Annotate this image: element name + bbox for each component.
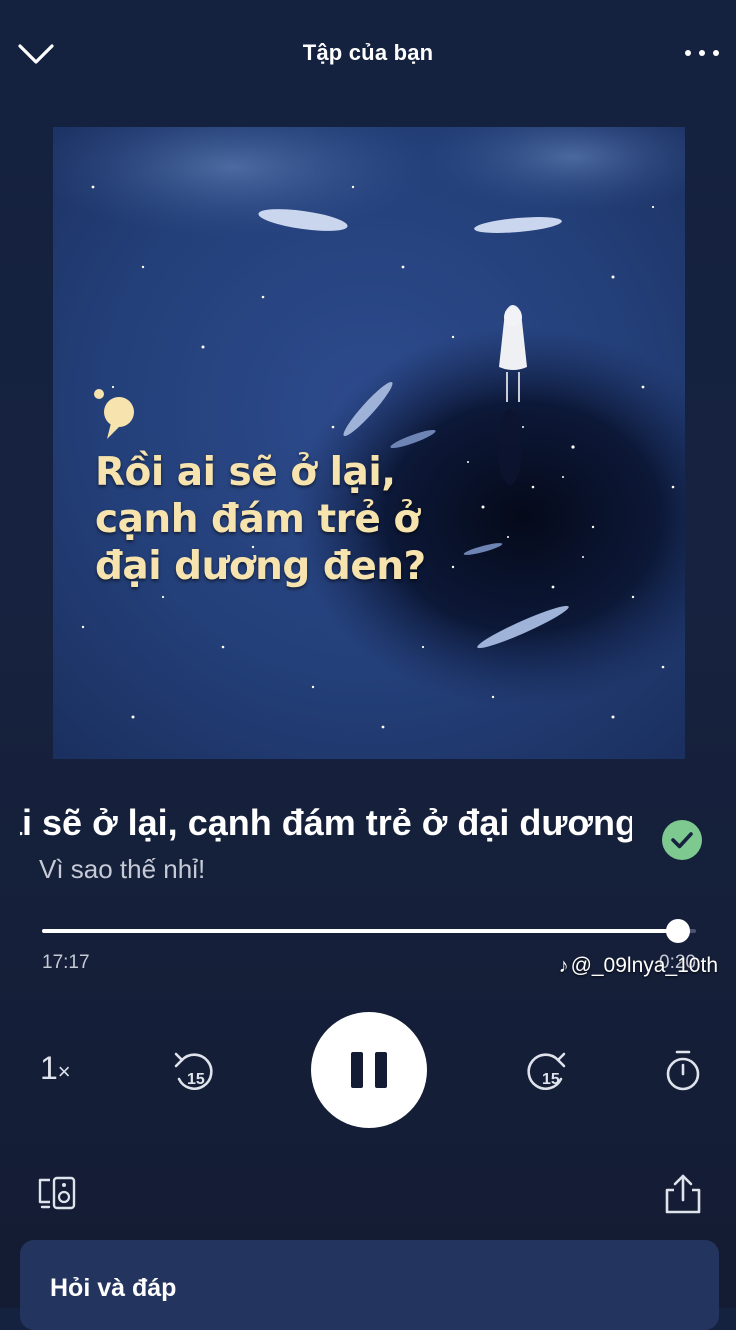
top-bar: Tập của bạn [0, 0, 736, 105]
speed-value: 1 [40, 1050, 58, 1086]
watermark-handle: @_09lnya_10th [570, 954, 718, 977]
artwork-quote-line: cạnh đám trẻ ở [95, 497, 420, 542]
artwork-quote-line: đại dương đen? [95, 544, 426, 589]
qa-title: Hỏi và đáp [50, 1274, 177, 1302]
rewind-15-icon: 15 [174, 1052, 213, 1090]
more-horizontal-icon[interactable] [682, 42, 722, 66]
artwork-illustration [53, 127, 685, 759]
sleep-timer-icon[interactable] [662, 1048, 704, 1094]
pause-icon-bar [375, 1052, 387, 1088]
artwork-quote: Rồi ai sẽ ở lại, cạnh đám trẻ ở đại dươn… [95, 449, 426, 590]
skip-back-button[interactable]: 15 [170, 1046, 220, 1096]
skip-forward-seconds: 15 [542, 1071, 560, 1088]
progress-fill [42, 929, 678, 933]
page-title: Tập của bạn [302, 40, 434, 65]
forward-15-icon: 15 [527, 1052, 566, 1090]
saved-check-icon[interactable] [660, 818, 704, 862]
skip-back-seconds: 15 [187, 1071, 205, 1088]
qa-card[interactable]: Hỏi và đáp [20, 1240, 719, 1330]
speed-suffix: × [57, 1059, 71, 1084]
artwork-quote-line: Rồi ai sẽ ở lại, [95, 450, 396, 495]
progress-handle[interactable] [665, 919, 690, 943]
connect-device-icon[interactable] [36, 1174, 78, 1214]
episode-title-marquee: Rồi ai sẽ ở lại, cạnh đám trẻ ở đại dươn… [20, 798, 632, 850]
pause-icon [351, 1052, 363, 1088]
tiktok-logo-icon: ♪ [558, 955, 569, 977]
progress-bar[interactable] [42, 919, 696, 943]
skip-forward-button[interactable]: 15 [520, 1046, 570, 1096]
tiktok-watermark: ♪@_09lnya_10th [559, 954, 718, 978]
episode-artwork: Rồi ai sẽ ở lại, cạnh đám trẻ ở đại dươn… [53, 127, 685, 759]
episode-title: Rồi ai sẽ ở lại, cạnh đám trẻ ở đại dươn… [20, 802, 632, 843]
elapsed-time: 17:17 [42, 952, 90, 973]
show-name[interactable]: Vì sao thế nhỉ! [39, 854, 205, 885]
playback-speed-button[interactable]: 1× [40, 1050, 90, 1094]
pause-button[interactable] [311, 1012, 427, 1128]
share-icon[interactable] [662, 1172, 704, 1216]
